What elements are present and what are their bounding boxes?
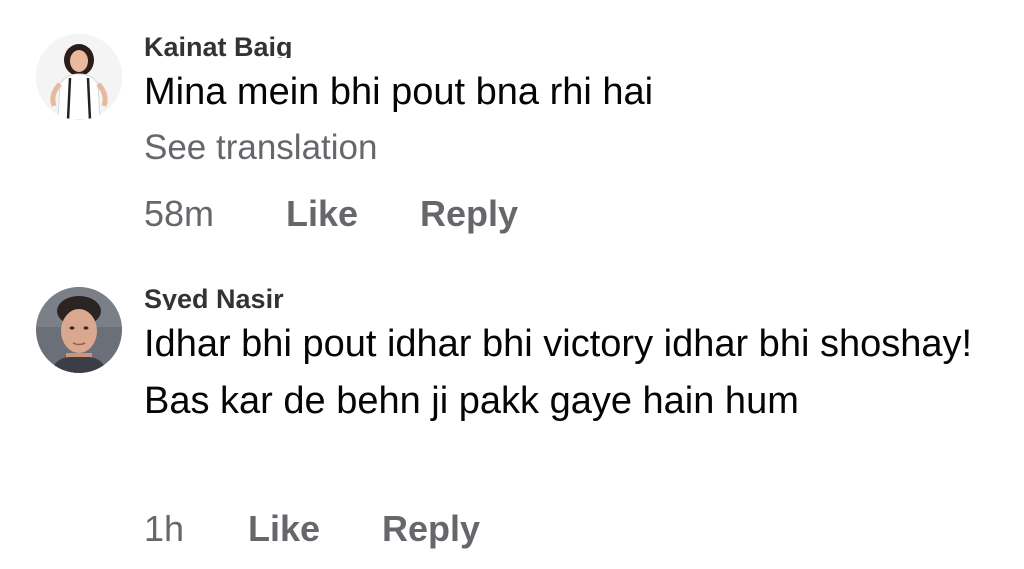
comment-author[interactable]: Syed Nasir	[144, 284, 284, 310]
comment-text: Mina mein bhi pout bna rhi hai	[144, 71, 654, 113]
comment-timestamp: 1h	[144, 508, 185, 549]
avatar-image	[36, 34, 122, 120]
like-button[interactable]: Like	[286, 194, 358, 234]
avatar-image	[36, 287, 122, 373]
see-translation-link[interactable]: See translation	[144, 128, 377, 168]
reply-button[interactable]: Reply	[420, 194, 518, 234]
comment-author[interactable]: Kainat Baig	[144, 32, 293, 58]
comment-text: Idhar bhi pout idhar bhi victory idhar b…	[144, 323, 973, 422]
avatar[interactable]	[36, 287, 122, 373]
comment-timestamp: 58m	[144, 193, 215, 234]
like-button[interactable]: Like	[248, 509, 320, 549]
reply-button[interactable]: Reply	[382, 509, 480, 549]
avatar[interactable]	[36, 34, 122, 120]
